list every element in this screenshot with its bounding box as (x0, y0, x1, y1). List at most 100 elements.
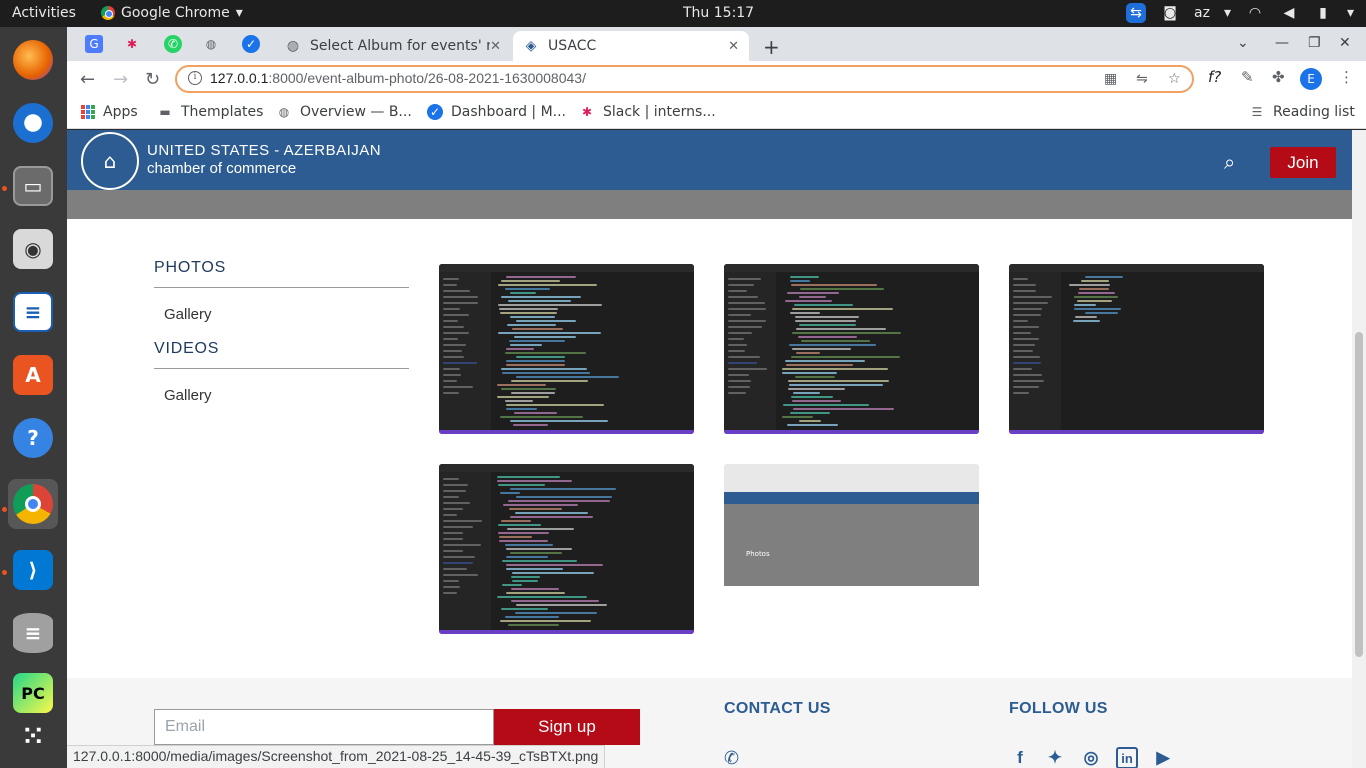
bookmark-apps[interactable]: Apps (81, 104, 138, 120)
activities-button[interactable]: Activities (12, 5, 76, 21)
maximize-button[interactable]: ❐ (1308, 35, 1321, 51)
qr-code-icon[interactable]: ▦ (1104, 71, 1117, 87)
close-window-button[interactable]: ✕ (1339, 35, 1351, 51)
minimize-button[interactable]: — (1275, 35, 1289, 51)
volume-icon[interactable]: ◀ (1279, 3, 1299, 23)
tab-strip: G ✱ ✆ ◍ ✓ ◍ Select Album for events' n ✕… (67, 27, 1366, 61)
usacc-favicon: ◈ (525, 38, 537, 54)
videos-gallery-link[interactable]: Gallery (154, 369, 409, 421)
pinned-tab-globe[interactable]: ◍ (202, 35, 220, 53)
translate-icon[interactable]: ⇋ (1136, 71, 1148, 87)
videos-heading: VIDEOS (154, 340, 409, 369)
chevron-down-icon[interactable]: ▾ (1347, 5, 1354, 21)
software-center-launcher[interactable]: A (8, 350, 58, 400)
profile-avatar[interactable]: E (1300, 68, 1322, 90)
close-icon[interactable]: ✕ (728, 39, 739, 54)
tab-label: Select Album for events' n (310, 38, 490, 54)
keyboard-layout[interactable]: az (1194, 5, 1210, 21)
gallery-sidebar: PHOTOS Gallery VIDEOS Gallery (154, 259, 409, 421)
email-input[interactable]: Email (154, 709, 494, 745)
thunderbird-icon (13, 103, 53, 143)
phone-icon[interactable]: ✆ (724, 748, 739, 768)
grid-icon: ⁙ (22, 722, 44, 752)
facebook-icon[interactable]: f (1009, 747, 1031, 768)
usacc-seal-logo[interactable]: ⌂ (81, 132, 139, 190)
forward-button[interactable]: → (113, 69, 128, 90)
tab-select-album[interactable]: ◍ Select Album for events' n ✕ (275, 31, 511, 61)
page-content: ⌂ UNITED STATES - AZERBAIJAN chamber of … (67, 130, 1352, 768)
address-bar[interactable]: i 127.0.0.1:8000/event-album-photo/26-08… (175, 65, 1194, 93)
extensions-puzzle-icon[interactable]: ✤ (1272, 68, 1285, 86)
reload-button[interactable]: ↻ (145, 69, 160, 90)
speaker-icon: ◉ (13, 229, 53, 269)
clock[interactable]: Thu 15:17 (683, 5, 754, 21)
vscode-icon: ⟩ (13, 550, 53, 590)
logo-subtitle[interactable]: chamber of commerce (147, 160, 296, 177)
bookmark-themplates[interactable]: ▬ Themplates (157, 104, 263, 120)
follow-us-heading: FOLLOW US (1009, 700, 1108, 717)
bookmark-overview[interactable]: ◍ Overview — B... (276, 104, 412, 120)
page-banner (67, 190, 1352, 219)
battery-icon[interactable]: ▮ (1313, 3, 1333, 23)
tab-label: USACC (548, 38, 597, 54)
gallery-photo[interactable] (439, 264, 694, 434)
wifi-icon[interactable]: ◠ (1245, 3, 1265, 23)
pinned-tab-translate[interactable]: G (85, 35, 103, 53)
discord-icon[interactable]: ◙ (1160, 3, 1180, 23)
tab-search-button[interactable]: ⌄ (1237, 35, 1249, 51)
bookmark-star-icon[interactable]: ☆ (1168, 71, 1181, 87)
contact-us-heading: CONTACT US (724, 700, 831, 717)
formula-extension-icon[interactable]: f? (1208, 68, 1221, 86)
pinned-tab-check[interactable]: ✓ (242, 35, 260, 53)
pycharm-launcher[interactable]: PC (8, 668, 58, 718)
linkedin-icon[interactable]: in (1116, 747, 1138, 768)
reading-list-button[interactable]: ☰ Reading list (1249, 104, 1355, 120)
scrollbar-thumb[interactable] (1355, 332, 1363, 657)
database-icon: ≡ (13, 613, 53, 653)
youtube-icon[interactable]: ▶ (1152, 747, 1174, 768)
folder-icon: ▬ (159, 105, 171, 119)
page-scrollbar[interactable] (1352, 130, 1366, 768)
files-launcher[interactable]: ▭ (8, 161, 58, 211)
back-button[interactable]: ← (80, 69, 95, 90)
join-button[interactable]: Join (1270, 147, 1336, 178)
search-icon[interactable]: ⌕ (1224, 150, 1246, 174)
pycharm-icon: PC (13, 673, 53, 713)
info-icon[interactable]: i (188, 71, 202, 85)
close-icon[interactable]: ✕ (490, 39, 501, 54)
url-text: 127.0.0.1:8000/event-album-photo/26-08-2… (210, 70, 586, 86)
apps-grid-icon (81, 105, 95, 119)
gallery-photo[interactable] (439, 464, 694, 634)
bookmark-dashboard[interactable]: ✓ Dashboard | M... (427, 104, 566, 120)
database-launcher[interactable]: ≡ (8, 608, 58, 658)
twitter-icon[interactable]: ✦ (1044, 747, 1066, 768)
gallery-photo[interactable] (1009, 264, 1264, 434)
pinned-tab-slack[interactable]: ✱ (123, 35, 141, 53)
thunderbird-launcher[interactable] (8, 98, 58, 148)
slack-icon: ✱ (126, 37, 138, 51)
chrome-launcher[interactable] (8, 479, 58, 529)
rhythmbox-launcher[interactable]: ◉ (8, 224, 58, 274)
show-applications-button[interactable]: ⁙ (8, 712, 58, 762)
tab-usacc[interactable]: ◈ USACC ✕ (513, 31, 749, 61)
signup-button[interactable]: Sign up (494, 709, 640, 745)
more-menu-icon[interactable]: ⋮ (1339, 68, 1354, 86)
teamviewer-icon[interactable]: ⇆ (1126, 3, 1146, 23)
app-menu[interactable]: Google Chrome ▾ (101, 5, 243, 21)
new-tab-button[interactable]: + (763, 35, 780, 59)
gallery-photo[interactable] (724, 264, 979, 434)
bookmark-label: Overview — B... (300, 104, 412, 120)
libreoffice-writer-launcher[interactable]: ≡ (8, 287, 58, 337)
firefox-launcher[interactable] (8, 35, 58, 85)
app-menu-label: Google Chrome (121, 5, 230, 21)
vscode-launcher[interactable]: ⟩ (8, 545, 58, 595)
chevron-down-icon: ▾ (235, 5, 243, 21)
help-launcher[interactable]: ? (8, 413, 58, 463)
logo-title[interactable]: UNITED STATES - AZERBAIJAN (147, 142, 381, 159)
photos-gallery-link[interactable]: Gallery (154, 288, 409, 340)
instagram-icon[interactable]: ◎ (1080, 747, 1102, 768)
pinned-tab-whatsapp[interactable]: ✆ (164, 35, 182, 53)
bookmark-slack[interactable]: ✱ Slack | interns... (579, 104, 716, 120)
eyedropper-extension-icon[interactable]: ✎ (1241, 68, 1254, 86)
gallery-photo[interactable]: Photos (724, 464, 979, 634)
